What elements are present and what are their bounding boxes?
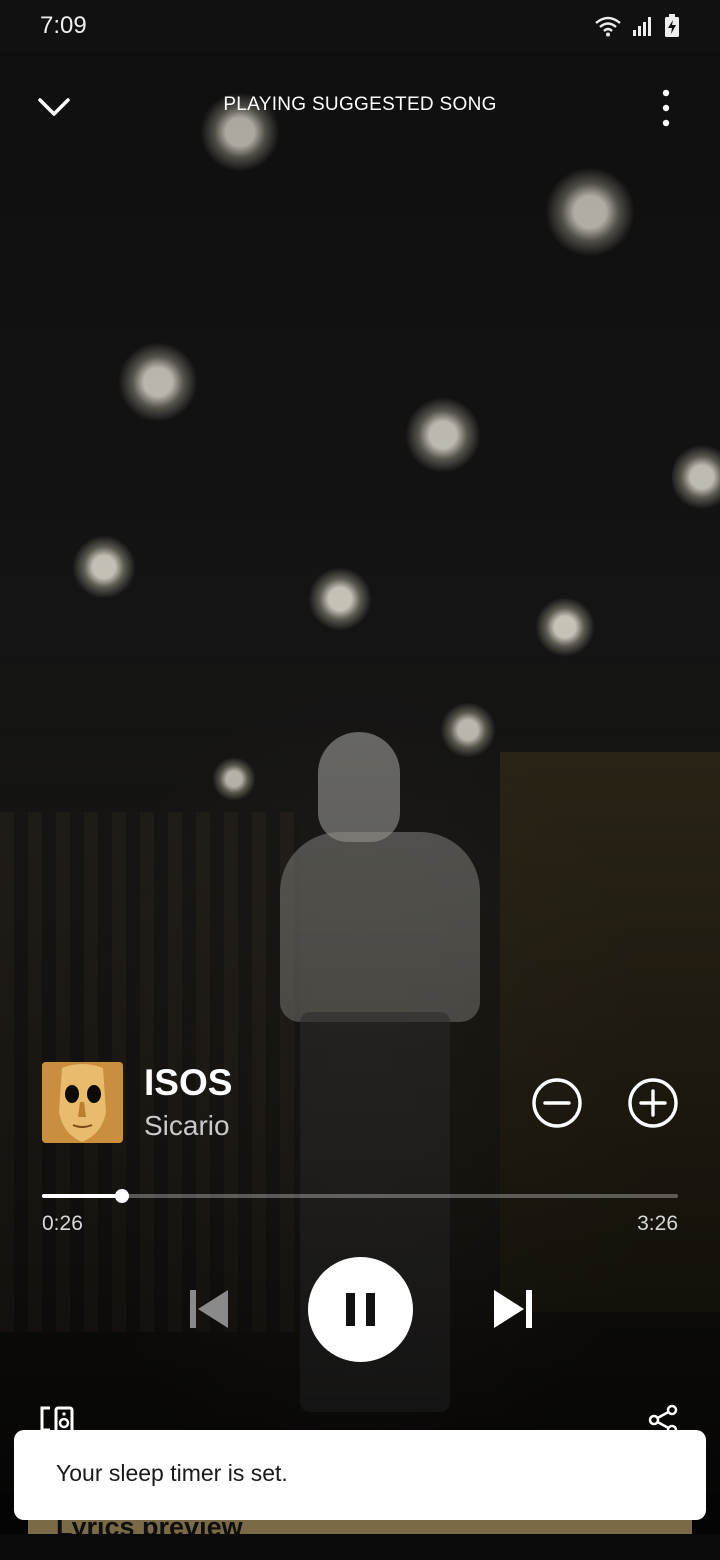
progress-track (42, 1194, 678, 1198)
elapsed-time: 0:26 (42, 1212, 83, 1235)
progress-fill (42, 1194, 122, 1198)
skip-next-icon (494, 1290, 532, 1328)
track-artist[interactable]: Sicario (144, 1110, 230, 1142)
status-icons (594, 14, 680, 38)
more-options-button[interactable] (648, 86, 684, 130)
album-art[interactable] (42, 1062, 123, 1143)
minus-circle-icon (532, 1078, 582, 1128)
bottom-background (0, 1534, 720, 1560)
playing-context-title: PLAYING SUGGESTED SONG (223, 94, 497, 115)
sleep-timer-toast: Your sleep timer is set. (14, 1430, 706, 1520)
status-bar: 7:09 (0, 0, 720, 52)
more-vertical-icon (662, 89, 670, 127)
track-info: ISOS Sicario (42, 1062, 682, 1146)
wifi-icon (595, 16, 621, 37)
pause-icon (346, 1293, 375, 1326)
battery-charging-icon (665, 14, 679, 37)
playback-progress-bar[interactable] (42, 1186, 678, 1206)
now-playing-screen: 7:09 PLAYING SUGGESTED SONG ISOS Sicario… (0, 0, 720, 1560)
status-time: 7:09 (40, 12, 87, 39)
album-art-mask-image (42, 1062, 123, 1143)
total-duration: 3:26 (637, 1212, 678, 1235)
previous-track-button[interactable] (186, 1286, 232, 1332)
skip-previous-icon (190, 1290, 228, 1328)
toast-message: Your sleep timer is set. (56, 1460, 288, 1486)
plus-circle-icon (628, 1078, 678, 1128)
add-to-playlist-button[interactable] (626, 1076, 680, 1130)
pause-button[interactable] (308, 1257, 413, 1362)
next-track-button[interactable] (490, 1286, 536, 1332)
player-header: PLAYING SUGGESTED SONG (0, 78, 720, 138)
signal-icon (633, 17, 651, 36)
remove-from-library-button[interactable] (530, 1076, 584, 1130)
track-title[interactable]: ISOS (144, 1062, 232, 1104)
progress-scrubber-handle[interactable] (115, 1189, 129, 1203)
